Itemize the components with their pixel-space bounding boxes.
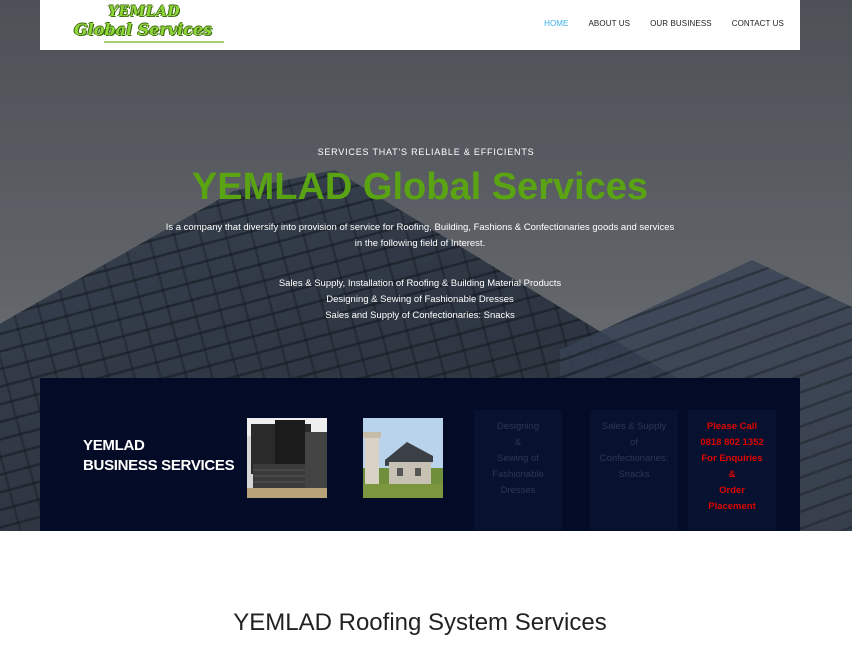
call-line: Placement <box>708 501 756 512</box>
hero-services-list: Sales & Supply, Installation of Roofing … <box>0 276 840 324</box>
card-line: Sales & Supply <box>601 421 667 432</box>
card-line: & <box>514 437 522 448</box>
house-roof-image[interactable] <box>363 418 443 498</box>
nav-home[interactable]: HOME <box>544 19 568 28</box>
call-line: For Enquiries <box>701 453 763 464</box>
card-line: Confectionaries: <box>599 453 669 464</box>
intro-line-2: in the following field of Interest. <box>354 238 486 249</box>
business-title: YEMLAD BUSINESS SERVICES <box>83 436 235 476</box>
business-services-bar: YEMLAD BUSINESS SERVICES Designing & Sew… <box>40 378 800 531</box>
card-line: Designing <box>496 421 540 432</box>
business-title-line-1: YEMLAD <box>83 437 145 454</box>
nav-contact-us[interactable]: CONTACT US <box>732 19 784 28</box>
card-line: Sewing of <box>497 453 539 464</box>
hero-title: YEMLAD Global Services <box>191 166 649 208</box>
hero-intro: Is a company that diversify into provisi… <box>140 220 700 252</box>
hero-tagline: SERVICES THAT'S RELIABLE & EFFICIENTS <box>317 147 535 157</box>
nav-our-business[interactable]: OUR BUSINESS <box>650 19 712 28</box>
card-line: Dresses <box>500 485 536 496</box>
business-title-line-2: BUSINESS SERVICES <box>83 457 235 474</box>
call-line: Order <box>719 485 745 496</box>
roofing-materials-image[interactable] <box>247 418 327 498</box>
logo-line-1: YEMLAD <box>108 4 181 20</box>
card-line: of <box>630 437 638 448</box>
card-line: Fashionable <box>492 469 544 480</box>
card-line: Snacks <box>618 469 650 480</box>
logo-underline <box>104 41 224 43</box>
service-item-roofing: Sales & Supply, Installation of Roofing … <box>278 278 562 289</box>
intro-line-1: Is a company that diversify into provisi… <box>165 222 675 233</box>
phone-number[interactable]: 0818 802 1352 <box>688 435 776 451</box>
logo[interactable]: YEMLAD Global Services <box>74 2 234 46</box>
site-header: YEMLAD Global Services HOME ABOUT US OUR… <box>40 0 800 50</box>
main-nav: HOME ABOUT US OUR BUSINESS CONTACT US <box>544 19 784 28</box>
service-item-confectionaries: Sales and Supply of Confectionaries: Sna… <box>325 310 515 321</box>
confectionaries-service-card[interactable]: Sales & Supply of Confectionaries: Snack… <box>590 410 678 530</box>
call-to-order-card[interactable]: Please Call 0818 802 1352 For Enquiries … <box>688 410 776 530</box>
call-line: & <box>728 469 736 480</box>
nav-about-us[interactable]: ABOUT US <box>589 19 631 28</box>
service-item-fashion: Designing & Sewing of Fashionable Dresse… <box>326 294 514 305</box>
logo-line-2: Global Services <box>74 20 213 39</box>
fashion-service-card[interactable]: Designing & Sewing of Fashionable Dresse… <box>474 410 562 530</box>
call-line: Please Call <box>706 421 758 432</box>
roofing-section-title: YEMLAD Roofing System Services <box>233 609 607 636</box>
